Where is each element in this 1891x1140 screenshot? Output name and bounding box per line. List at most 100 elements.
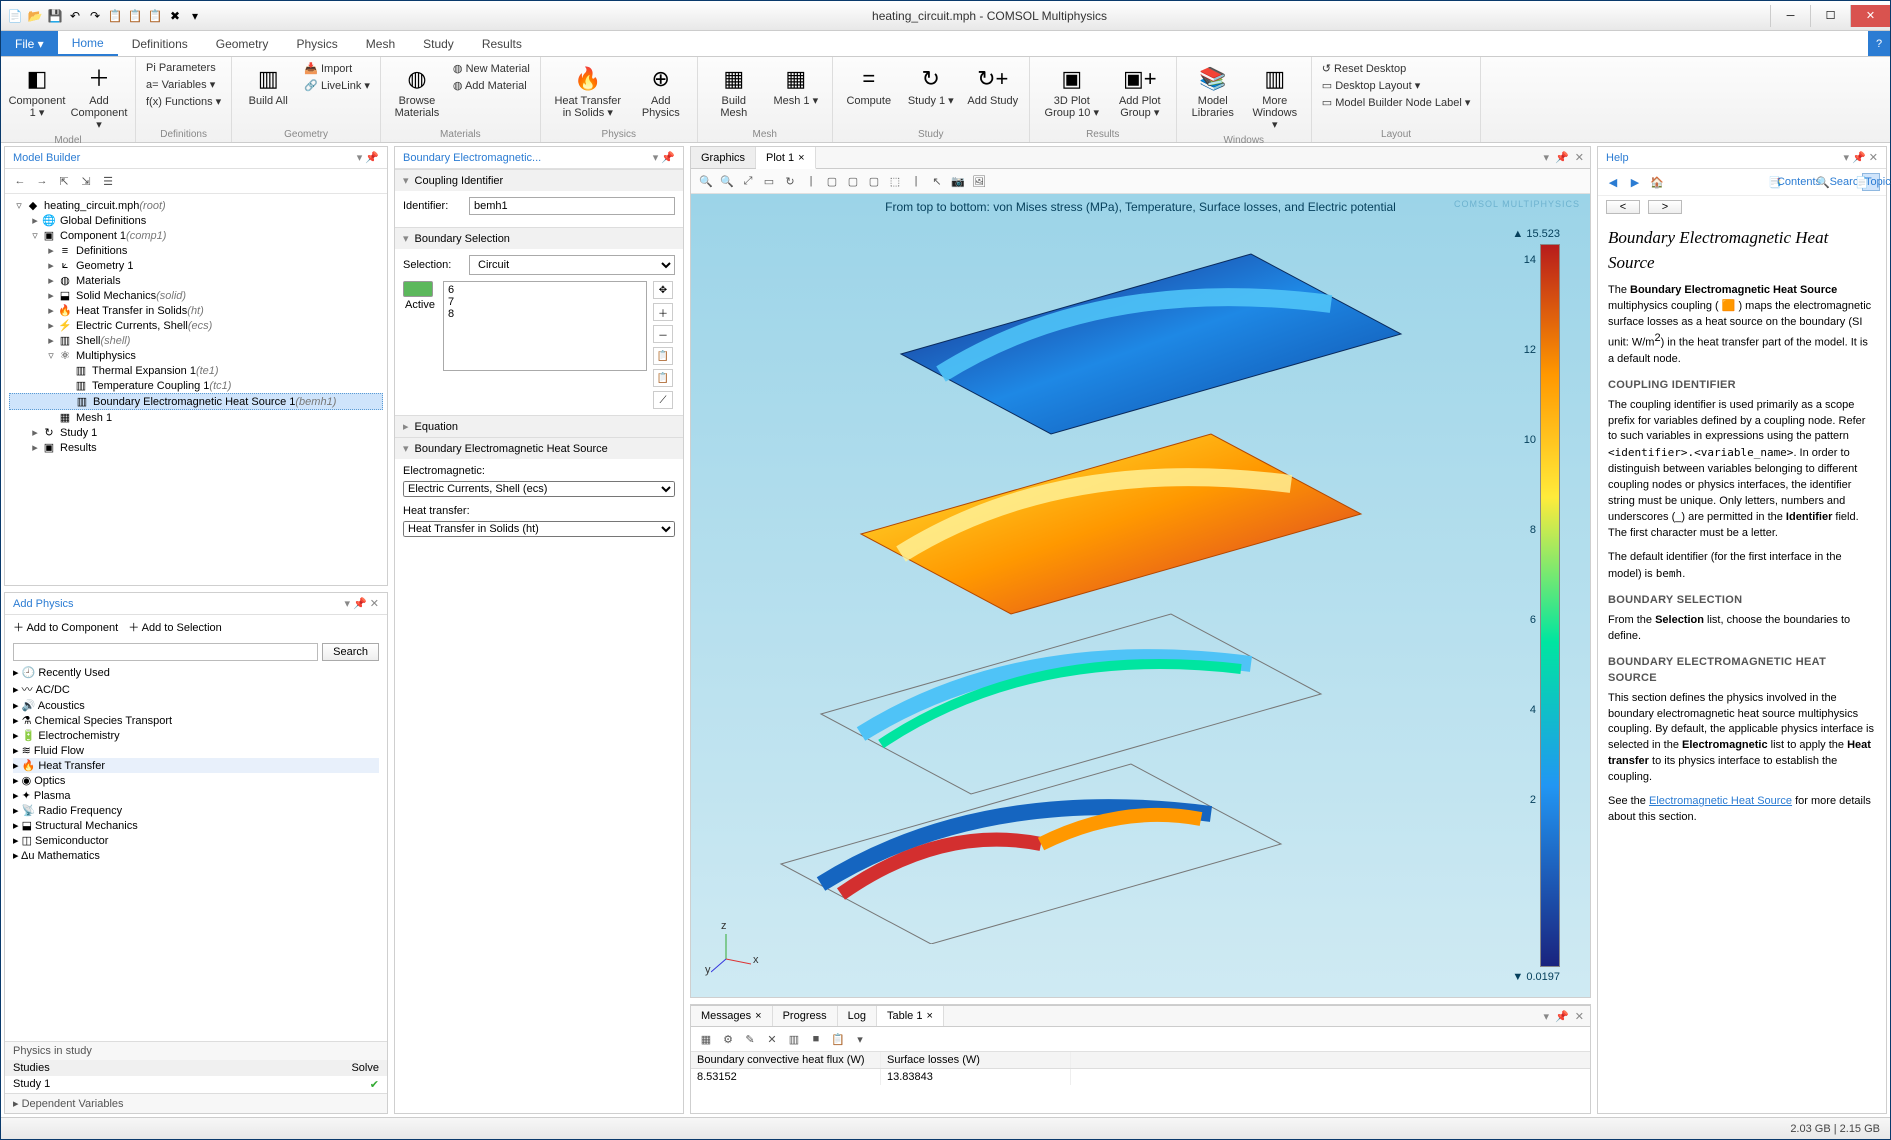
table-row[interactable]: 8.5315213.83843 <box>691 1069 1590 1085</box>
tab-home[interactable]: Home <box>58 31 118 56</box>
panel-menu-icon[interactable]: ▾ <box>1544 151 1550 164</box>
compute-button[interactable]: =Compute <box>841 61 897 109</box>
tree-node[interactable]: ▸↻Study 1 <box>9 425 383 440</box>
qat-redo-icon[interactable]: ↷ <box>87 8 103 24</box>
physics-item[interactable]: ▸ ◫ Semiconductor <box>13 833 379 848</box>
physics-item[interactable]: ▸ 🔊 Acoustics <box>13 698 379 713</box>
tree-node[interactable]: ▦Mesh 1 <box>9 410 383 425</box>
physics-item[interactable]: ▸ ◉ Optics <box>13 773 379 788</box>
tab-table-1[interactable]: Table 1 × <box>877 1006 944 1026</box>
tab-definitions[interactable]: Definitions <box>118 31 202 56</box>
help-button[interactable]: ? <box>1868 31 1890 56</box>
panel-close-icon[interactable]: ✕ <box>1575 1010 1584 1023</box>
select-icon[interactable]: ↖ <box>928 172 946 190</box>
toolbar-expand-icon[interactable]: ⇱ <box>55 172 73 190</box>
add-to-selection-button[interactable]: ＋ Add to Selection <box>128 619 222 635</box>
tree-node[interactable]: ▸≡Definitions <box>9 243 383 258</box>
tab-geometry[interactable]: Geometry <box>202 31 283 56</box>
physics-item[interactable]: ▸ 🔥 Heat Transfer <box>13 758 379 773</box>
toolbar-tree-icon[interactable]: ☰ <box>99 172 117 190</box>
build-all-button[interactable]: ▥Build All <box>240 61 296 109</box>
functions-button[interactable]: f(x) Functions ▾ <box>144 94 223 109</box>
tbl-export-icon[interactable]: ▥ <box>785 1030 803 1048</box>
toolbar-collapse-icon[interactable]: ⇲ <box>77 172 95 190</box>
add-plot-group-button[interactable]: ▣+Add Plot Group ▾ <box>1112 61 1168 121</box>
close-icon[interactable]: × <box>926 1010 932 1022</box>
close-button[interactable]: ✕ <box>1850 5 1890 27</box>
tab-plot-1[interactable]: Plot 1 × <box>756 147 816 169</box>
livelink-button[interactable]: 🔗 LiveLink ▾ <box>302 78 372 93</box>
build-mesh-button[interactable]: ▦Build Mesh <box>706 61 762 121</box>
help-next-button[interactable]: > <box>1648 200 1682 214</box>
model-libraries-button[interactable]: 📚Model Libraries <box>1185 61 1241 121</box>
qat-paste-icon[interactable]: 📋 <box>127 8 143 24</box>
physics-item[interactable]: ▸ ⬓ Structural Mechanics <box>13 818 379 833</box>
desktop-layout-button[interactable]: ▭ Desktop Layout ▾ <box>1320 78 1473 93</box>
physics-item[interactable]: ▸ ⚗ Chemical Species Transport <box>13 713 379 728</box>
tree-node[interactable]: ▿⚛Multiphysics <box>9 348 383 363</box>
identifier-input[interactable] <box>469 197 675 215</box>
view-default-icon[interactable]: ⬚ <box>886 172 904 190</box>
component-button[interactable]: ◧Component 1 ▾ <box>9 61 65 121</box>
physics-item[interactable]: ▸ 〰 AC/DC <box>13 680 379 698</box>
selection-list[interactable]: 678 <box>443 281 647 371</box>
tree-node[interactable]: ▿◆heating_circuit.mph (root) <box>9 198 383 213</box>
qat-dup-icon[interactable]: 📋 <box>147 8 163 24</box>
tree-node[interactable]: ▸◍Materials <box>9 273 383 288</box>
zoom-extents-icon[interactable]: ⤢ <box>739 172 757 190</box>
sel-pick-icon[interactable]: ✥ <box>653 281 673 299</box>
more-windows-button[interactable]: ▥More Windows ▾ <box>1247 61 1303 133</box>
view-yz-icon[interactable]: ▢ <box>844 172 862 190</box>
physics-item[interactable]: ▸ Δu Mathematics <box>13 848 379 863</box>
close-icon[interactable]: × <box>755 1010 761 1022</box>
new-material-button[interactable]: ◍ New Material <box>451 61 532 76</box>
tree-node[interactable]: ▥Thermal Expansion 1 (te1) <box>9 363 383 378</box>
help-fwd-icon[interactable]: ▶ <box>1626 173 1644 191</box>
tab-mesh[interactable]: Mesh <box>352 31 409 56</box>
add-study-button[interactable]: ↻+Add Study <box>965 61 1021 109</box>
tbl-opts-icon[interactable]: ⚙ <box>719 1030 737 1048</box>
sel-wand-icon[interactable]: ⟋ <box>653 391 673 409</box>
qat-undo-icon[interactable]: ↶ <box>67 8 83 24</box>
tree-node[interactable]: ▸▥Shell (shell) <box>9 333 383 348</box>
physics-item[interactable]: ▸ ✦ Plasma <box>13 788 379 803</box>
zoom-box-icon[interactable]: ▭ <box>760 172 778 190</box>
add-component-button[interactable]: ＋Add Component ▾ <box>71 61 127 133</box>
panel-pin-icon[interactable]: ▾ 📌 <box>653 151 675 164</box>
help-content[interactable]: Boundary Electromagnetic Heat Source The… <box>1598 218 1886 1113</box>
panel-pin-icon[interactable]: ▾ 📌 ✕ <box>344 597 379 610</box>
help-prev-button[interactable]: < <box>1606 200 1640 214</box>
panel-pin-icon[interactable]: 📌 <box>1555 151 1569 164</box>
tbl-grid-icon[interactable]: ▦ <box>697 1030 715 1048</box>
panel-menu-icon[interactable]: ▾ <box>1544 1010 1550 1023</box>
sel-remove-icon[interactable]: － <box>653 325 673 343</box>
sel-paste-icon[interactable]: 📋 <box>653 369 673 387</box>
study-dropdown[interactable]: ↻Study 1 ▾ <box>903 61 959 109</box>
tree-node[interactable]: ▸🌐Global Definitions <box>9 213 383 228</box>
sel-add-icon[interactable]: ＋ <box>653 303 673 321</box>
qat-copy-icon[interactable]: 📋 <box>107 8 123 24</box>
toolbar-fwd-icon[interactable]: → <box>33 172 51 190</box>
rotate-icon[interactable]: ↻ <box>781 172 799 190</box>
tbl-plot-icon[interactable]: ■ <box>807 1030 825 1048</box>
qat-open-icon[interactable]: 📂 <box>27 8 43 24</box>
tbl-more-icon[interactable]: ▾ <box>851 1030 869 1048</box>
physics-item[interactable]: ▸ 🕘 Recently Used <box>13 665 379 680</box>
tree-node[interactable]: ▸⟀Geometry 1 <box>9 258 383 273</box>
panel-pin-icon[interactable]: ▾ 📌 <box>357 151 379 164</box>
physics-item[interactable]: ▸ ≋ Fluid Flow <box>13 743 379 758</box>
mesh-dropdown[interactable]: ▦Mesh 1 ▾ <box>768 61 824 109</box>
import-button[interactable]: 📥 Import <box>302 61 372 76</box>
physics-item[interactable]: ▸ 🔋 Electrochemistry <box>13 728 379 743</box>
tab-messages[interactable]: Messages × <box>691 1006 773 1026</box>
minimize-button[interactable]: ─ <box>1770 5 1810 27</box>
tab-physics[interactable]: Physics <box>282 31 351 56</box>
panel-close-icon[interactable]: ✕ <box>1575 151 1584 164</box>
tab-graphics[interactable]: Graphics <box>691 147 756 168</box>
file-tab[interactable]: File ▾ <box>1 31 58 56</box>
zoom-out-icon[interactable]: 🔍 <box>718 172 736 190</box>
tbl-delete-icon[interactable]: ✕ <box>763 1030 781 1048</box>
camera-icon[interactable]: 📷 <box>949 172 967 190</box>
qat-new-icon[interactable]: 📄 <box>7 8 23 24</box>
panel-pin-icon[interactable]: 📌 <box>1555 1010 1569 1023</box>
